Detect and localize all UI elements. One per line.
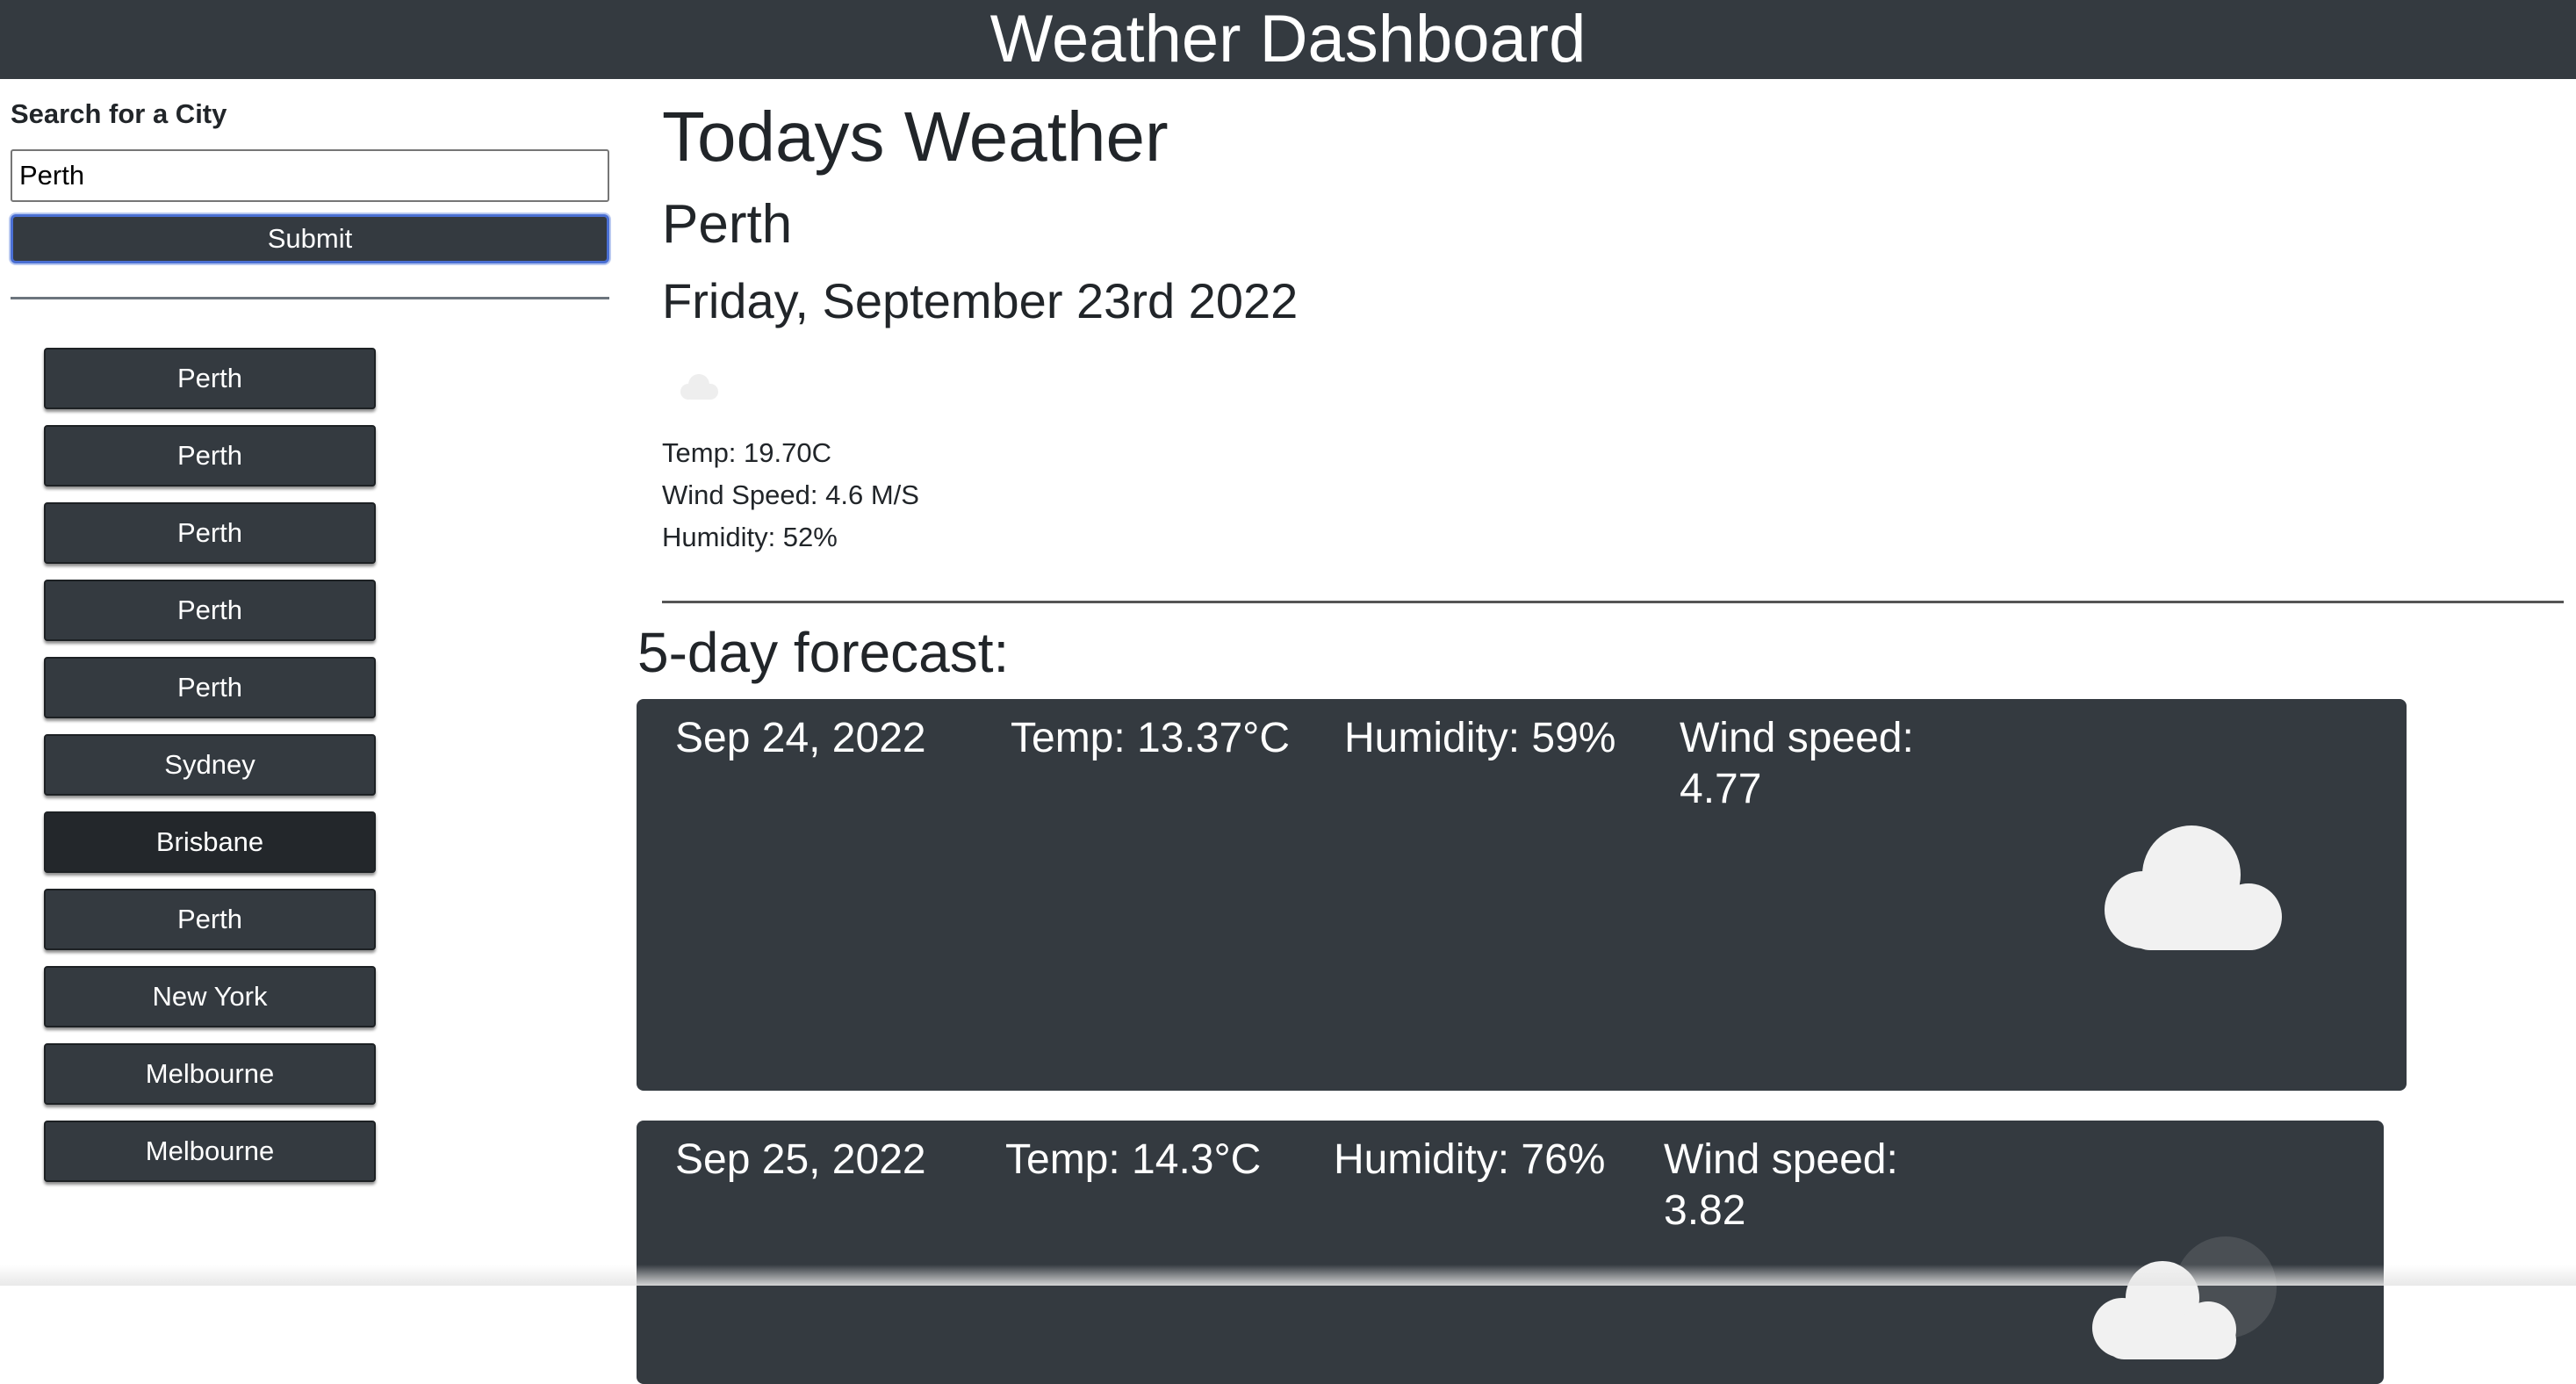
history-button[interactable]: New York	[44, 966, 376, 1027]
history-button[interactable]: Perth	[44, 502, 376, 564]
history-button[interactable]: Perth	[44, 657, 376, 718]
submit-button[interactable]: Submit	[11, 214, 609, 263]
current-temp: Temp: 19.70C	[662, 437, 831, 468]
search-input[interactable]	[11, 149, 609, 202]
history-button[interactable]: Perth	[44, 348, 376, 409]
forecast-title: 5-day forecast:	[637, 621, 1010, 684]
history-button[interactable]: Perth	[44, 580, 376, 641]
history-button[interactable]: Sydney	[44, 734, 376, 796]
sidebar: Search for a City Submit Perth Perth Per…	[0, 79, 615, 1286]
forecast-temp: Temp: 14.3°C	[1005, 1136, 1262, 1183]
cloud-icon	[2105, 825, 2282, 950]
current-date: Friday, September 23rd 2022	[662, 273, 1299, 328]
history-button[interactable]: Perth	[44, 889, 376, 950]
forecast-temp: Temp: 13.37°C	[1011, 715, 1291, 761]
app-title: Weather Dashboard	[989, 2, 1587, 76]
search-label: Search for a City	[11, 98, 227, 129]
main-content: Todays Weather Perth Friday, September 2…	[615, 79, 2576, 1384]
main-divider	[662, 601, 2564, 603]
forecast-wind: Wind speed: 3.82	[1664, 1136, 1898, 1234]
forecast-humidity: Humidity: 76%	[1334, 1136, 1606, 1183]
forecast-card: Sep 24, 2022 Temp: 13.37°C Humidity: 59%…	[637, 699, 2407, 1091]
app-header: Weather Dashboard	[0, 0, 2576, 79]
forecast-card: Sep 25, 2022 Temp: 14.3°C Humidity: 76% …	[637, 1121, 2384, 1384]
cloudy-icon	[2092, 1236, 2277, 1359]
current-wind: Wind Speed: 4.6 M/S	[662, 479, 919, 510]
history-button[interactable]: Brisbane	[44, 811, 376, 873]
forecast-date: Sep 25, 2022	[675, 1136, 926, 1183]
city-name: Perth	[662, 194, 793, 255]
history-button[interactable]: Melbourne	[44, 1121, 376, 1182]
history-button[interactable]: Perth	[44, 425, 376, 487]
history-button[interactable]: Melbourne	[44, 1043, 376, 1105]
current-humidity: Humidity: 52%	[662, 522, 838, 552]
cloud-icon	[680, 374, 718, 400]
forecast-date: Sep 24, 2022	[675, 715, 926, 761]
today-heading: Todays Weather	[662, 97, 1169, 176]
forecast-humidity: Humidity: 59%	[1344, 715, 1616, 761]
forecast-wind: Wind speed: 4.77	[1680, 715, 1914, 812]
sidebar-divider	[11, 297, 609, 299]
bottom-fade	[0, 1265, 2576, 1286]
search-history-list: Perth Perth Perth Perth Perth Sydney Bri…	[44, 348, 376, 1198]
